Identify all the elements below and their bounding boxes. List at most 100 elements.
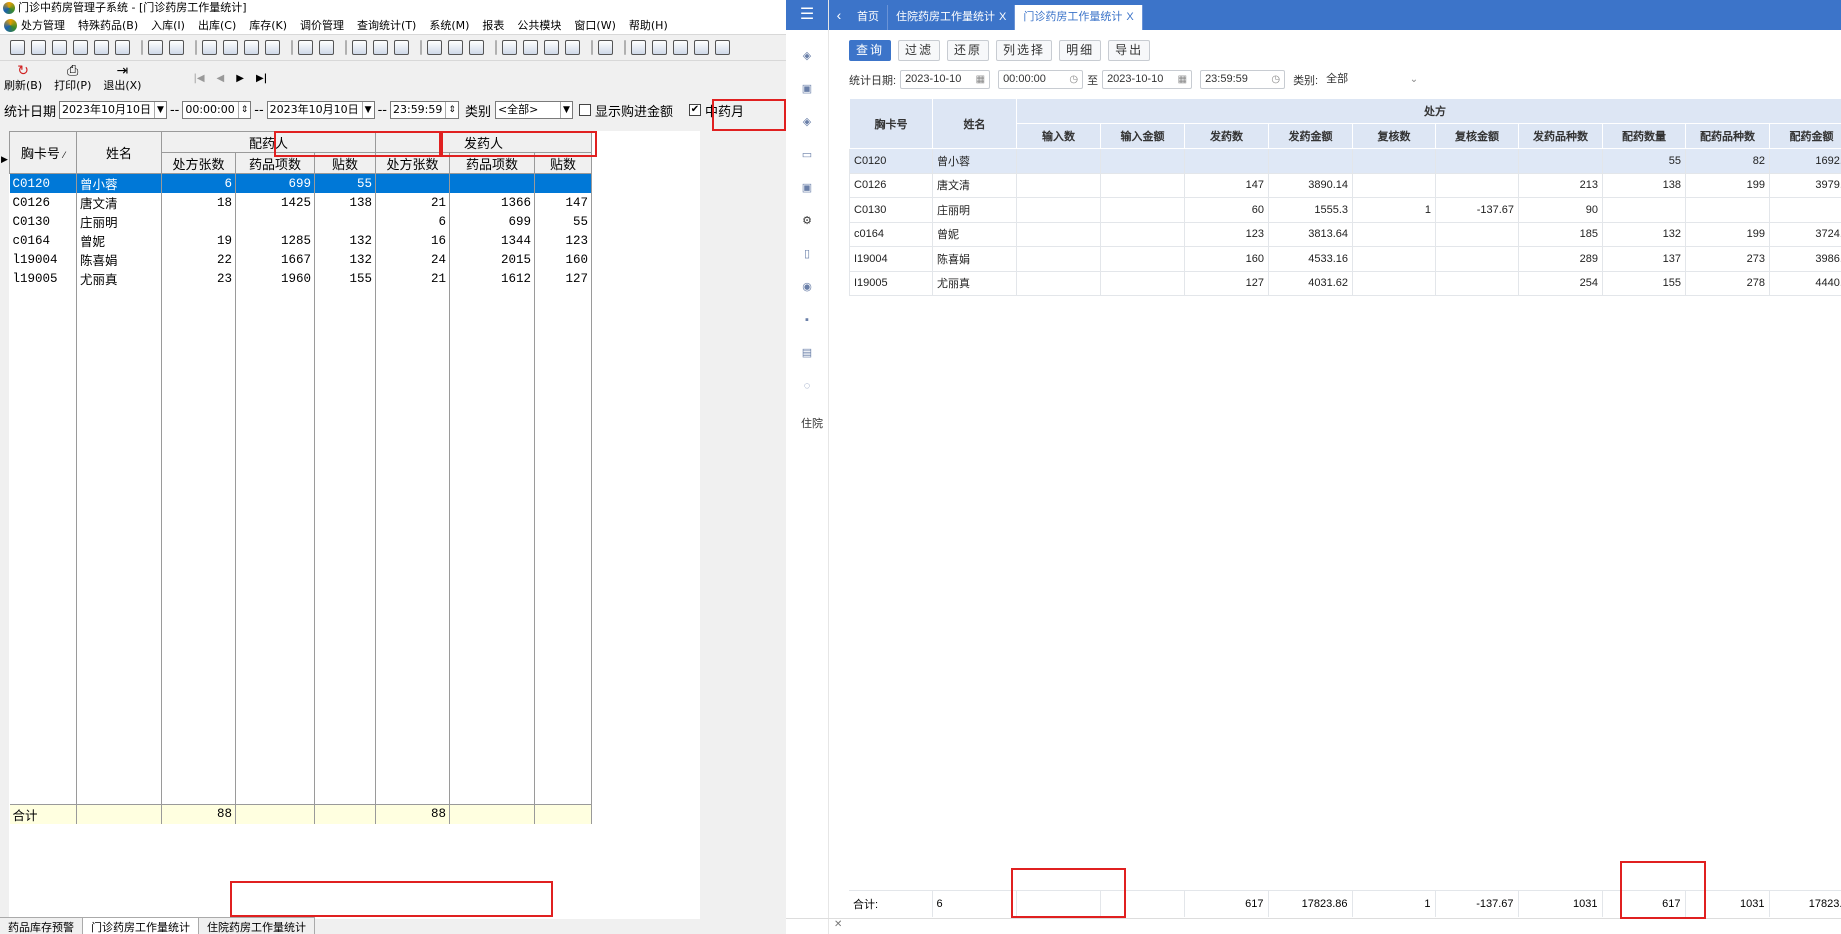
cell-d-doses[interactable]: 138: [314, 193, 376, 212]
cell-d-items[interactable]: 1960: [235, 269, 315, 288]
col-header[interactable]: 配药数量: [1602, 123, 1686, 149]
menu-icon[interactable]: ☰: [786, 0, 828, 30]
toolbar-icon[interactable]: [373, 40, 388, 55]
cell-value[interactable]: 289: [1518, 246, 1603, 272]
cell-value[interactable]: 1: [1352, 197, 1436, 223]
col-issue-rx-header[interactable]: 处方张数: [375, 152, 450, 174]
column-select-button[interactable]: 列选择: [996, 40, 1053, 61]
table-row[interactable]: I19005尤丽真 1274031.62 2541552784440.4: [849, 270, 1841, 296]
toolbar-icon[interactable]: [73, 40, 88, 55]
toolbar-icon[interactable]: [10, 40, 25, 55]
toolbar-icon[interactable]: [94, 40, 109, 55]
cell-i-items[interactable]: 1612: [449, 269, 535, 288]
cell-i-doses[interactable]: [534, 173, 592, 193]
close-icon[interactable]: X: [999, 11, 1006, 23]
cell-i-doses[interactable]: 127: [534, 269, 592, 288]
exit-button[interactable]: ⇥ 退出(X): [103, 63, 141, 92]
cell-value[interactable]: [1518, 148, 1603, 174]
sidebar-archive-icon[interactable]: ▭: [800, 148, 814, 162]
col-issue-doses-header[interactable]: 贴数: [534, 152, 592, 174]
menu-item[interactable]: 库存(K): [249, 17, 287, 33]
cell-d-items[interactable]: 699: [235, 173, 315, 193]
cell-name[interactable]: 庄丽明: [76, 212, 162, 231]
next-record-icon[interactable]: ▶: [236, 73, 244, 84]
date-from-picker[interactable]: 2023年10月10日 ▼: [59, 101, 167, 119]
toolbar-icon[interactable]: [502, 40, 517, 55]
toolbar-icon[interactable]: [298, 40, 313, 55]
mdi-tab[interactable]: 住院药房工作量统计: [199, 918, 315, 934]
cell-name[interactable]: 曾小蓉: [76, 173, 162, 193]
cell-card[interactable]: C0120: [849, 148, 933, 174]
close-icon[interactable]: X: [1126, 11, 1133, 23]
mdi-tab-active[interactable]: 门诊药房工作量统计: [83, 918, 199, 934]
col-card-header[interactable]: 胸卡号: [849, 98, 933, 149]
table-row[interactable]: C0126 唐文清 18 1425 138 21 1366 147: [9, 193, 592, 212]
cell-value[interactable]: [1768, 197, 1841, 223]
first-record-icon[interactable]: |◀: [193, 73, 204, 84]
cell-value[interactable]: [1016, 221, 1101, 247]
cell-name[interactable]: 尤丽真: [76, 269, 162, 288]
cell-card[interactable]: l19005: [9, 269, 77, 288]
cell-value[interactable]: [1352, 270, 1436, 296]
toolbar-icon[interactable]: [244, 40, 259, 55]
cell-value[interactable]: 4440.4: [1768, 270, 1841, 296]
menu-item[interactable]: 系统(M): [429, 17, 469, 33]
toolbar-icon[interactable]: [352, 40, 367, 55]
menu-item[interactable]: 帮助(H): [629, 17, 668, 33]
cell-name[interactable]: 唐文清: [76, 193, 162, 212]
category-select[interactable]: <全部> ▼: [494, 101, 573, 119]
sidebar-report-icon[interactable]: ▤: [800, 346, 814, 360]
cell-i-doses[interactable]: 55: [534, 212, 592, 231]
cell-value[interactable]: 155: [1602, 270, 1686, 296]
toolbar-icon[interactable]: [115, 40, 130, 55]
cell-value[interactable]: 4533.16: [1268, 246, 1353, 272]
cell-i-rx[interactable]: 21: [375, 193, 450, 212]
toolbar-icon[interactable]: [631, 40, 646, 55]
cell-i-rx[interactable]: [375, 173, 450, 193]
date-from-input[interactable]: 2023-10-10 ▦: [900, 70, 991, 89]
cell-value[interactable]: [1435, 148, 1519, 174]
cell-card[interactable]: I19004: [849, 246, 933, 272]
cell-value[interactable]: 3979.4: [1768, 172, 1841, 198]
cell-name[interactable]: 陈喜娟: [932, 246, 1017, 272]
toolbar-icon[interactable]: [148, 40, 163, 55]
print-button[interactable]: ⎙ 打印(P): [54, 63, 91, 92]
col-header[interactable]: 发药金额: [1268, 123, 1353, 149]
category-select[interactable]: 全部 ⌄: [1322, 70, 1422, 89]
menu-item[interactable]: 报表: [482, 17, 504, 33]
cell-value[interactable]: 147: [1184, 172, 1269, 198]
cell-value[interactable]: [1016, 270, 1101, 296]
table-row[interactable]: C0120曾小蓉 55821692.9: [849, 148, 1841, 174]
cell-name[interactable]: 曾妮: [76, 231, 162, 250]
cell-i-rx[interactable]: 16: [375, 231, 450, 250]
cell-value[interactable]: 273: [1685, 246, 1770, 272]
table-row[interactable]: l19005 尤丽真 23 1960 155 21 1612 127: [9, 269, 592, 288]
sidebar-circle-icon[interactable]: ◌: [800, 379, 814, 393]
cell-value[interactable]: 138: [1602, 172, 1686, 198]
tcm-checkbox[interactable]: ✔: [688, 104, 701, 116]
table-row[interactable]: I19004陈喜娟 1604533.16 2891372733986.6: [849, 246, 1841, 272]
sidebar-cube-icon[interactable]: ◈: [800, 49, 814, 63]
menu-item[interactable]: 处方管理: [21, 17, 65, 33]
cell-value[interactable]: [1016, 197, 1101, 223]
toolbar-icon[interactable]: [202, 40, 217, 55]
cell-value[interactable]: [1685, 197, 1770, 223]
cell-value[interactable]: 3813.64: [1268, 221, 1353, 247]
cell-d-rx[interactable]: 19: [161, 231, 236, 250]
toolbar-icon[interactable]: [544, 40, 559, 55]
toolbar-icon[interactable]: [523, 40, 538, 55]
col-dispense-doses-header[interactable]: 贴数: [314, 152, 376, 174]
time-to-input[interactable]: 23:59:59 ◷: [1200, 70, 1286, 89]
toolbar-icon[interactable]: [319, 40, 334, 55]
cell-value[interactable]: [1100, 246, 1185, 272]
cell-value[interactable]: [1100, 270, 1185, 296]
sidebar-bag-icon[interactable]: ▣: [800, 82, 814, 96]
col-header[interactable]: 配药品种数: [1685, 123, 1770, 149]
cell-value[interactable]: [1352, 246, 1436, 272]
cell-card[interactable]: c0164: [849, 221, 933, 247]
cell-value[interactable]: 82: [1685, 148, 1770, 174]
cell-value[interactable]: 3986.6: [1768, 246, 1841, 272]
col-header[interactable]: 发药数: [1184, 123, 1269, 149]
cell-value[interactable]: [1184, 148, 1269, 174]
cell-i-doses[interactable]: 160: [534, 250, 592, 269]
